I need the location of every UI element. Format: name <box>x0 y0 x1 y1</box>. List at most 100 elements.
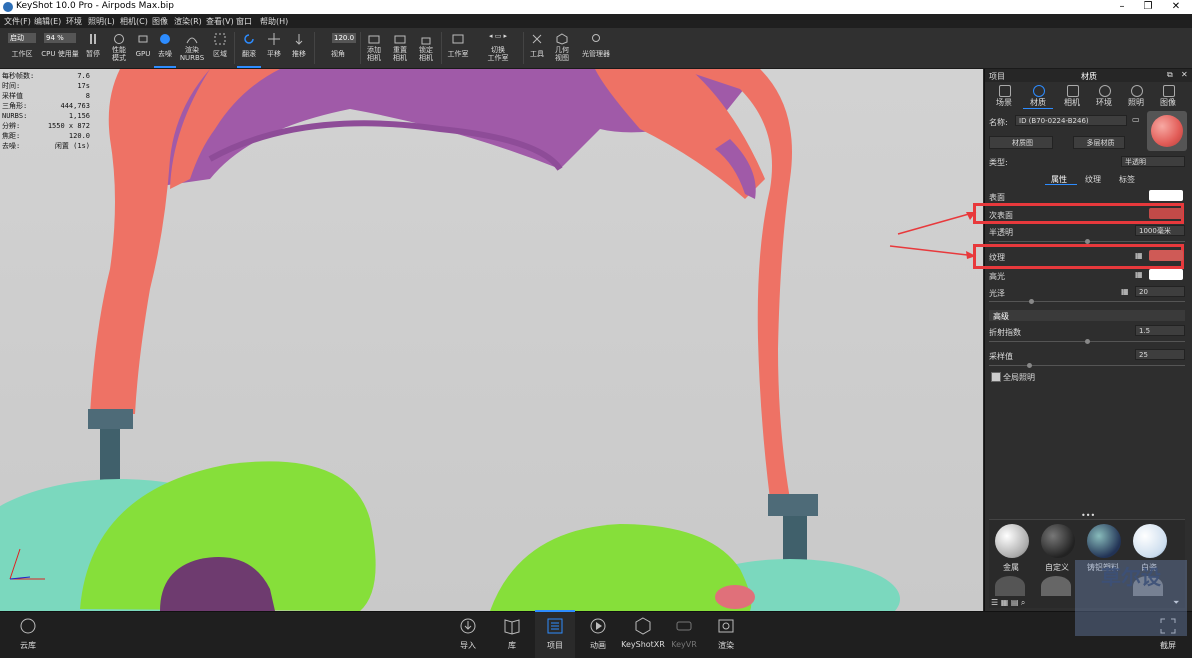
roughness-slider[interactable] <box>989 301 1185 302</box>
tab-material[interactable]: 材质 <box>1023 83 1053 109</box>
maximize-button[interactable]: ❐ <box>1134 0 1162 14</box>
material-thumb[interactable] <box>1041 524 1075 558</box>
global-illumination-label: 全局照明 <box>1003 373 1035 382</box>
keyshot-logo-icon <box>3 2 13 12</box>
specular-label: 高光 <box>989 272 1005 281</box>
samples-field[interactable]: 25 <box>1135 349 1185 360</box>
multi-material-button[interactable]: 多层材质 <box>1073 136 1125 149</box>
lock-camera-button[interactable]: 锁定 相机 <box>414 28 438 68</box>
toolbar-separator <box>523 32 524 64</box>
studio-icon <box>452 34 464 44</box>
menu-help[interactable]: 帮助(H) <box>260 16 288 27</box>
tab-lighting[interactable]: 照明 <box>1121 83 1151 109</box>
panel-header: 项目 材质 ⧉ ✕ <box>985 69 1192 82</box>
stat-time: 时间: 17s <box>2 82 90 90</box>
library-view-icons[interactable]: ☰ ▦ ▤ ⌕ <box>991 598 1025 608</box>
global-illumination-checkbox[interactable] <box>991 372 1001 382</box>
surface-color-swatch[interactable] <box>1149 190 1183 201</box>
cpu-usage-button[interactable]: CPU 使用量 <box>40 28 80 68</box>
gpu-button[interactable]: GPU <box>133 28 153 68</box>
import-button[interactable]: 导入 <box>448 612 488 658</box>
material-icon <box>1033 85 1045 97</box>
reset-camera-button[interactable]: 重置 相机 <box>388 28 412 68</box>
specular-color-swatch[interactable] <box>1149 269 1183 280</box>
subsurface-color-swatch[interactable] <box>1149 208 1183 219</box>
denoise-button[interactable]: 去噪 <box>154 28 176 68</box>
tab-scene[interactable]: 场景 <box>989 83 1019 109</box>
keyshotxr-button[interactable]: KeyShotXR <box>621 612 665 658</box>
view-angle-button[interactable]: 视角 <box>318 28 358 68</box>
samples-slider[interactable] <box>989 365 1185 366</box>
ior-slider-knob[interactable] <box>1085 339 1090 344</box>
material-preview[interactable] <box>1147 111 1187 151</box>
stat-focal-length: 焦距: 120.0 <box>2 132 90 140</box>
render-nurbs-button[interactable]: 渲染 NURBS <box>178 28 206 68</box>
subtab-indicator <box>1045 184 1077 185</box>
tab-camera[interactable]: 相机 <box>1057 83 1087 109</box>
keyshotxr-icon <box>635 617 651 635</box>
tumble-button[interactable]: 翻滚 <box>237 28 261 68</box>
material-thumb[interactable] <box>1041 576 1071 596</box>
menu-file[interactable]: 文件(F) <box>4 16 31 27</box>
material-type-select[interactable]: 半透明 <box>1121 156 1185 167</box>
menu-render[interactable]: 渲染(R) <box>174 16 202 27</box>
switch-studio-button[interactable]: ◂ ▭ ▸ 切换 工作室 <box>476 28 520 68</box>
roughness-map-icon[interactable]: ▦ <box>1121 287 1129 296</box>
material-thumb[interactable] <box>1133 524 1167 558</box>
project-button[interactable]: 项目 <box>535 610 575 658</box>
add-camera-button[interactable]: 添加 相机 <box>362 28 386 68</box>
dolly-button[interactable]: 推移 <box>287 28 311 68</box>
menu-environment[interactable]: 环境 <box>66 16 82 27</box>
specular-map-icon[interactable]: ▦ <box>1135 270 1143 279</box>
stat-denoise: 去噪: 闲置 (1s) <box>2 142 90 150</box>
tab-image[interactable]: 图像 <box>1153 83 1183 109</box>
menu-image[interactable]: 图像 <box>152 16 168 27</box>
menu-window[interactable]: 窗口 <box>236 16 252 27</box>
tools-icon <box>532 34 542 44</box>
subtab-labels[interactable]: 标签 <box>1119 174 1135 185</box>
roughness-field[interactable]: 20 <box>1135 286 1185 297</box>
panel-close-icon[interactable]: ✕ <box>1181 70 1188 79</box>
studio-button[interactable]: 工作室 <box>444 28 472 68</box>
pan-button[interactable]: 平移 <box>263 28 285 68</box>
geometry-view-button[interactable]: 几何 视图 <box>550 28 574 68</box>
translucency-field[interactable]: 1000毫米 <box>1135 225 1185 236</box>
material-name-field[interactable]: ID (B70-0224-B246) <box>1015 115 1127 126</box>
import-icon <box>460 618 476 634</box>
geometry-view-icon <box>556 33 568 45</box>
render-viewport[interactable]: 每秒帧数: 7.6 时间: 17s 采样值 8 三角形: 444,763 NURBS: 1… <box>0 69 983 611</box>
subtab-texture[interactable]: 纹理 <box>1085 174 1101 185</box>
pause-button[interactable]: 暂停 <box>82 28 104 68</box>
region-button[interactable]: 区域 <box>208 28 232 68</box>
ior-field[interactable]: 1.5 <box>1135 325 1185 336</box>
material-thumb[interactable] <box>995 524 1029 558</box>
minimize-button[interactable]: – <box>1108 0 1136 14</box>
panel-float-icon[interactable]: ⧉ <box>1167 70 1173 80</box>
render-button[interactable]: 渲染 <box>706 612 746 658</box>
samples-slider-knob[interactable] <box>1027 363 1032 368</box>
workspace-button[interactable]: 工作区 <box>6 28 38 68</box>
texture-map-icon[interactable]: ▦ <box>1135 251 1143 260</box>
menu-edit[interactable]: 编辑(E) <box>34 16 61 27</box>
keyvr-button[interactable]: KeyVR <box>664 612 704 658</box>
texture-color-swatch[interactable] <box>1149 250 1183 261</box>
performance-mode-button[interactable]: 性能 模式 <box>106 28 132 68</box>
menu-lighting[interactable]: 照明(L) <box>88 16 115 27</box>
light-manager-button[interactable]: 光管理器 <box>578 28 614 68</box>
close-button[interactable]: ✕ <box>1162 0 1190 14</box>
roughness-slider-knob[interactable] <box>1029 299 1034 304</box>
cloud-library-button[interactable]: 云库 <box>8 612 48 658</box>
menu-view[interactable]: 查看(V) <box>206 16 234 27</box>
material-thumb[interactable] <box>995 576 1025 596</box>
advanced-section-header[interactable]: 高级 <box>989 310 1185 321</box>
material-thumb[interactable] <box>1087 524 1121 558</box>
material-graph-button[interactable]: 材质图 <box>989 136 1053 149</box>
save-material-icon[interactable]: ▭ <box>1132 115 1140 124</box>
project-panel: 项目 材质 ⧉ ✕ 场景 材质 相机 环境 照明 图像 名称: ID (B70-… <box>973 69 1192 611</box>
menu-camera[interactable]: 相机(C) <box>120 16 148 27</box>
animation-button[interactable]: 动画 <box>578 612 618 658</box>
tab-environment[interactable]: 环境 <box>1089 83 1119 109</box>
more-options-icon[interactable]: ••• <box>1081 511 1095 520</box>
tools-button[interactable]: 工具 <box>526 28 548 68</box>
library-button[interactable]: 库 <box>492 612 532 658</box>
